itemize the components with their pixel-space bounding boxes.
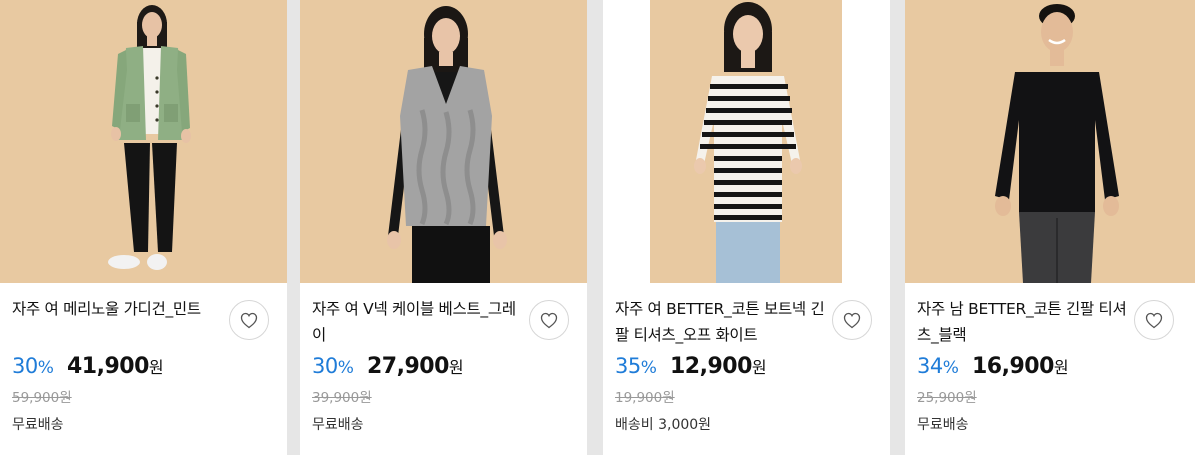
- original-price: 39,900원: [312, 390, 372, 406]
- product-image[interactable]: [650, 0, 842, 283]
- currency-label: 원: [148, 358, 164, 377]
- sale-price: 27,900: [366, 354, 449, 379]
- discount-rate: 30: [312, 354, 338, 378]
- sale-price: 12,900: [669, 354, 752, 379]
- sale-price: 41,900: [66, 354, 149, 379]
- shipping-info: 무료배송: [917, 417, 969, 433]
- discount-sign: %: [337, 358, 354, 378]
- discount-rate: 34: [917, 354, 943, 378]
- wishlist-button[interactable]: [832, 300, 872, 340]
- discount-rate: 35: [615, 354, 641, 378]
- discount-sign: %: [640, 358, 657, 378]
- currency-label: 원: [1053, 358, 1069, 377]
- product-card[interactable]: 자주 남 BETTER_코튼 긴팔 티셔츠_블랙 34% 16,900원 25,…: [905, 0, 1195, 455]
- shipping-info: 무료배송: [12, 417, 64, 433]
- price-line: 35% 12,900원: [615, 354, 767, 379]
- model-mint-cardigan-icon: [0, 0, 287, 283]
- original-price: 19,900원: [615, 390, 675, 406]
- product-title[interactable]: 자주 여 V넥 케이블 베스트_그레이: [312, 296, 527, 348]
- heart-icon: [1145, 312, 1163, 329]
- sale-price: 16,900: [971, 354, 1054, 379]
- product-title[interactable]: 자주 여 메리노울 가디건_민트: [12, 296, 227, 322]
- wishlist-button[interactable]: [229, 300, 269, 340]
- original-price: 25,900원: [917, 390, 977, 406]
- discount-sign: %: [37, 358, 54, 378]
- shipping-info: 배송비 3,000원: [615, 417, 712, 433]
- product-title[interactable]: 자주 남 BETTER_코튼 긴팔 티셔츠_블랙: [917, 296, 1132, 348]
- product-image[interactable]: [0, 0, 287, 283]
- discount-rate: 30: [12, 354, 38, 378]
- product-card[interactable]: 자주 여 메리노울 가디건_민트 30% 41,900원 59,900원 무료배…: [0, 0, 287, 455]
- heart-icon: [843, 312, 861, 329]
- price-line: 30% 41,900원: [12, 354, 164, 379]
- shipping-info: 무료배송: [312, 417, 364, 433]
- price-line: 34% 16,900원: [917, 354, 1069, 379]
- product-image[interactable]: [905, 0, 1195, 283]
- model-black-tee-icon: [905, 0, 1195, 283]
- currency-label: 원: [751, 358, 767, 377]
- wishlist-button[interactable]: [1134, 300, 1174, 340]
- model-striped-tee-icon: [650, 0, 842, 283]
- currency-label: 원: [448, 358, 464, 377]
- product-image[interactable]: [300, 0, 587, 283]
- product-title[interactable]: 자주 여 BETTER_코튼 보트넥 긴팔 티셔츠_오프 화이트: [615, 296, 830, 348]
- price-line: 30% 27,900원: [312, 354, 464, 379]
- heart-icon: [540, 312, 558, 329]
- original-price: 59,900원: [12, 390, 72, 406]
- product-card[interactable]: 자주 여 V넥 케이블 베스트_그레이 30% 27,900원 39,900원 …: [300, 0, 587, 455]
- product-list: 자주 여 메리노울 가디건_민트 30% 41,900원 59,900원 무료배…: [0, 0, 1195, 455]
- discount-sign: %: [942, 358, 959, 378]
- wishlist-button[interactable]: [529, 300, 569, 340]
- heart-icon: [240, 312, 258, 329]
- model-gray-vest-icon: [300, 0, 587, 283]
- product-card[interactable]: 자주 여 BETTER_코튼 보트넥 긴팔 티셔츠_오프 화이트 35% 12,…: [603, 0, 890, 455]
